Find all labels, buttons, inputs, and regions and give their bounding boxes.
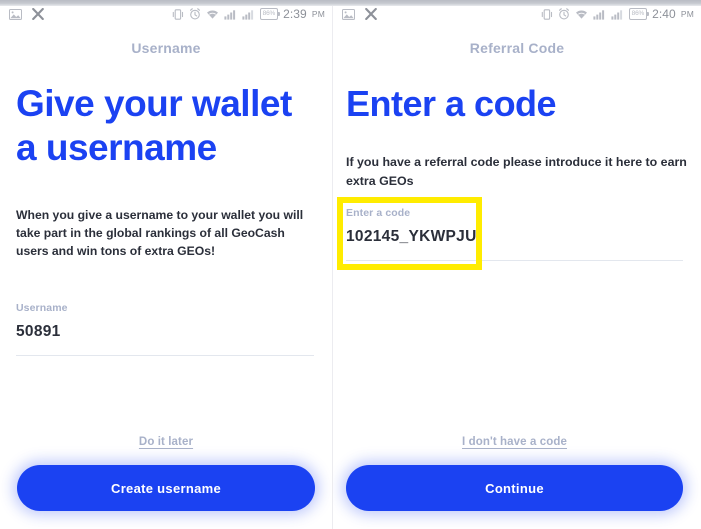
battery-indicator: 86%	[259, 8, 281, 20]
dual-screenshot-composite: 86% 2:39 PM Username Give your wallet a …	[0, 0, 701, 529]
battery-indicator: 86%	[628, 8, 650, 20]
headline-username: Give your wallet a username	[16, 83, 292, 168]
wifi-icon	[575, 9, 588, 20]
body-copy-referral: If you have a referral code please intro…	[346, 155, 687, 189]
headline-referral: Enter a code	[346, 83, 557, 124]
screen-referral-code: 86% 2:40 PM Referral Code Enter a code I…	[332, 0, 701, 529]
create-username-button[interactable]: Create username	[17, 465, 315, 511]
page-title-referral: Referral Code	[469, 40, 565, 56]
signal-icon	[224, 9, 237, 20]
status-bar-clock: 2:39	[283, 7, 307, 21]
no-code-link[interactable]: I don't have a code	[346, 436, 683, 448]
image-icon	[9, 8, 22, 20]
status-bar-left-icons	[9, 8, 44, 20]
signal-icon-2	[242, 9, 255, 20]
referral-code-input[interactable]: 102145_YKWPJU	[346, 228, 683, 260]
vibrate-icon	[172, 8, 184, 20]
username-field-label: Username	[16, 302, 68, 315]
referral-code-input-underline	[346, 260, 683, 262]
username-input-underline	[16, 355, 314, 357]
status-bar-right-icons: 86% 2:39 PM	[172, 7, 325, 21]
alarm-icon	[558, 8, 570, 20]
alarm-icon	[189, 8, 201, 20]
vibrate-icon	[541, 8, 553, 20]
username-actions: Do it later Create username	[0, 436, 332, 511]
signal-icon	[593, 9, 606, 20]
page-title-username: Username	[131, 40, 201, 56]
status-bar-right-right-icons: 86% 2:40 PM	[541, 7, 694, 21]
status-bar-right-left-icons	[342, 8, 377, 20]
top-gray-strip	[0, 0, 701, 6]
screen-username: 86% 2:39 PM Username Give your wallet a …	[0, 0, 332, 529]
status-bar-ampm: PM	[311, 9, 325, 19]
image-icon	[342, 8, 355, 20]
signal-icon-2	[611, 9, 624, 20]
username-field-group[interactable]: Username 50891	[16, 302, 314, 357]
username-input[interactable]: 50891	[16, 323, 314, 355]
continue-button[interactable]: Continue	[346, 465, 683, 511]
close-x-icon	[32, 8, 44, 20]
body-copy-username: When you give a username to your wallet …	[16, 208, 304, 259]
status-bar-clock: 2:40	[652, 7, 676, 21]
referral-actions: I don't have a code Continue	[333, 436, 701, 511]
wifi-icon	[206, 9, 219, 20]
referral-code-field-group[interactable]: Enter a code 102145_YKWPJU	[346, 207, 683, 262]
referral-code-field-label: Enter a code	[346, 207, 411, 220]
do-it-later-link[interactable]: Do it later	[17, 436, 315, 448]
close-x-icon	[365, 8, 377, 20]
status-bar-ampm: PM	[680, 9, 694, 19]
